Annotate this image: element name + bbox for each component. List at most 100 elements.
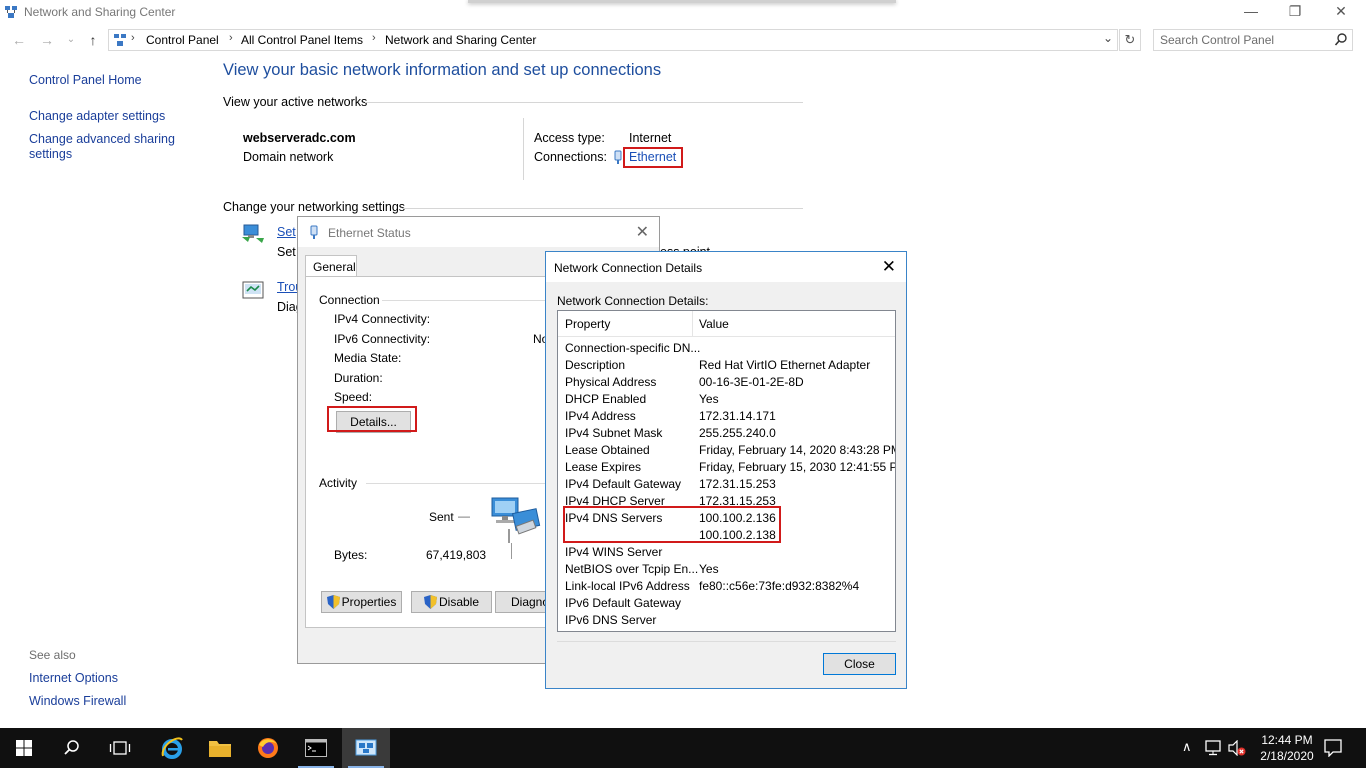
change-adapter-settings-link[interactable]: Change adapter settings	[29, 109, 165, 124]
control-panel-home-link[interactable]: Control Panel Home	[29, 73, 142, 88]
connections-label: Connections:	[534, 150, 607, 164]
ipv6-connectivity-label: IPv6 Connectivity:	[334, 332, 431, 346]
property-cell: Description	[565, 358, 626, 372]
change-advanced-sharing-link[interactable]: Change advanced sharing settings	[29, 132, 175, 162]
taskbar-file-explorer[interactable]	[196, 728, 244, 768]
task-view-icon	[109, 741, 131, 755]
recent-locations-icon[interactable]: ⌄	[62, 31, 80, 49]
breadcrumb-control-panel[interactable]: Control Panel	[146, 33, 219, 47]
property-cell: NetBIOS over Tcpip En...	[565, 562, 699, 576]
property-cell: IPv4 Subnet Mask	[565, 426, 663, 440]
ethernet-icon	[614, 150, 622, 164]
table-row[interactable]: Lease Expires Friday, February 15, 2030 1…	[558, 458, 895, 475]
column-header-property[interactable]: Property	[565, 317, 610, 331]
media-state-label: Media State:	[334, 351, 402, 365]
property-cell: IPv4 Default Gateway	[565, 477, 682, 491]
disable-button[interactable]: Disable	[411, 591, 492, 613]
system-clock[interactable]: 12:44 PM 2/18/2020	[1252, 732, 1322, 764]
divider	[511, 543, 512, 559]
table-row[interactable]: Link-local IPv6 Address fe80::c56e:73fe:d…	[558, 577, 895, 594]
speed-label: Speed:	[334, 390, 373, 404]
table-row[interactable]: Physical Address 00-16-3E-01-2E-8D	[558, 373, 895, 390]
divider	[557, 641, 896, 642]
disable-label: Disable	[438, 595, 480, 609]
table-row[interactable]: Connection-specific DN...	[558, 339, 895, 356]
breadcrumb-network-center[interactable]: Network and Sharing Center	[385, 33, 536, 47]
table-row[interactable]: IPv4 Subnet Mask 255.255.240.0	[558, 424, 895, 441]
close-button[interactable]: Close	[823, 653, 896, 675]
search-taskbar-button[interactable]	[48, 728, 96, 768]
network-center-icon	[355, 739, 377, 756]
table-row[interactable]: Description Red Hat VirtIO Ethernet Adapt…	[558, 356, 895, 373]
start-button[interactable]	[0, 728, 48, 768]
sent-line: —	[458, 509, 470, 523]
address-bar[interactable]: › Control Panel › All Control Panel Item…	[108, 29, 1118, 51]
value-cell: Friday, February 14, 2020 8:43:28 PM	[699, 443, 896, 457]
minimize-button[interactable]: —	[1228, 0, 1274, 24]
title-bar: Network and Sharing Center — ❐ ✕	[0, 0, 1366, 26]
forward-icon[interactable]: →	[38, 31, 56, 49]
table-row[interactable]: NetBIOS over Tcpip En... Yes	[558, 560, 895, 577]
taskbar-command-prompt[interactable]	[292, 728, 340, 768]
network-name: webserveradc.com	[243, 131, 356, 145]
close-icon[interactable]: ✕	[882, 257, 896, 277]
search-input[interactable]	[1160, 31, 1330, 49]
back-icon[interactable]: ←	[10, 31, 28, 49]
tab-general[interactable]: General	[305, 255, 357, 277]
link-line: Change advanced sharing	[29, 132, 175, 146]
details-list[interactable]: Property Value Connection-specific DN...…	[557, 310, 896, 632]
ethernet-icon	[310, 225, 318, 239]
search-icon[interactable]	[1334, 32, 1348, 48]
close-window-button[interactable]: ✕	[1318, 0, 1364, 24]
bytes-label: Bytes:	[334, 548, 368, 562]
breadcrumb-separator: ›	[229, 32, 233, 44]
restore-button[interactable]: ❐	[1272, 0, 1318, 24]
troubleshoot-icon	[242, 281, 264, 299]
network-type[interactable]: Domain network	[243, 150, 333, 164]
up-icon[interactable]: ↑	[84, 31, 102, 49]
divider	[523, 118, 524, 180]
change-settings-title: Change your networking settings	[223, 200, 406, 214]
highlight-box	[563, 506, 781, 543]
internet-options-link[interactable]: Internet Options	[29, 671, 118, 686]
taskbar-network-center[interactable]	[342, 728, 390, 768]
volume-muted-icon[interactable]	[1228, 740, 1246, 756]
taskbar-firefox[interactable]	[244, 728, 292, 768]
breadcrumb-separator: ›	[372, 32, 376, 44]
taskbar: ∧ 12:44 PM 2/18/2020	[0, 728, 1366, 768]
action-center-icon[interactable]	[1324, 739, 1342, 757]
sent-label: Sent	[429, 510, 454, 524]
breadcrumb-all-items[interactable]: All Control Panel Items	[241, 33, 363, 47]
activity-group-label: Activity	[319, 476, 358, 490]
new-connection-icon	[242, 224, 264, 243]
highlight-box	[327, 406, 417, 432]
table-row[interactable]: IPv6 DNS Server	[558, 611, 895, 628]
table-row[interactable]: IPv4 Address 172.31.14.171	[558, 407, 895, 424]
refresh-button[interactable]: ↻	[1119, 29, 1141, 51]
table-row[interactable]: IPv4 Default Gateway 172.31.15.253	[558, 475, 895, 492]
network-computers-icon	[491, 497, 541, 543]
properties-button[interactable]: Properties	[321, 591, 402, 613]
network-status-icon[interactable]	[1204, 740, 1224, 756]
table-row[interactable]: IPv6 Default Gateway	[558, 594, 895, 611]
value-cell: 172.31.14.171	[699, 409, 776, 423]
page-title: View your basic network information and …	[223, 61, 662, 79]
property-cell: Physical Address	[565, 375, 657, 389]
show-hidden-icons-button[interactable]: ∧	[1182, 739, 1192, 755]
address-dropdown-icon[interactable]: ⌄	[1103, 31, 1113, 45]
setup-connection-link[interactable]: Set	[277, 225, 296, 239]
property-cell: Connection-specific DN...	[565, 341, 701, 355]
table-row[interactable]: Lease Obtained Friday, February 14, 2020 …	[558, 441, 895, 458]
value-cell: Friday, February 15, 2030 12:41:55 PM	[699, 460, 896, 474]
taskbar-internet-explorer[interactable]	[148, 728, 196, 768]
divider	[402, 208, 803, 209]
close-icon[interactable]: ✕	[636, 222, 649, 242]
task-view-button[interactable]	[96, 728, 144, 768]
table-row[interactable]: DHCP Enabled Yes	[558, 390, 895, 407]
search-box	[1153, 29, 1353, 51]
column-header-value[interactable]: Value	[699, 317, 729, 331]
search-icon	[64, 740, 79, 755]
windows-firewall-link[interactable]: Windows Firewall	[29, 694, 126, 709]
window-title: Network and Sharing Center	[24, 5, 176, 19]
table-row[interactable]: IPv4 WINS Server	[558, 543, 895, 560]
